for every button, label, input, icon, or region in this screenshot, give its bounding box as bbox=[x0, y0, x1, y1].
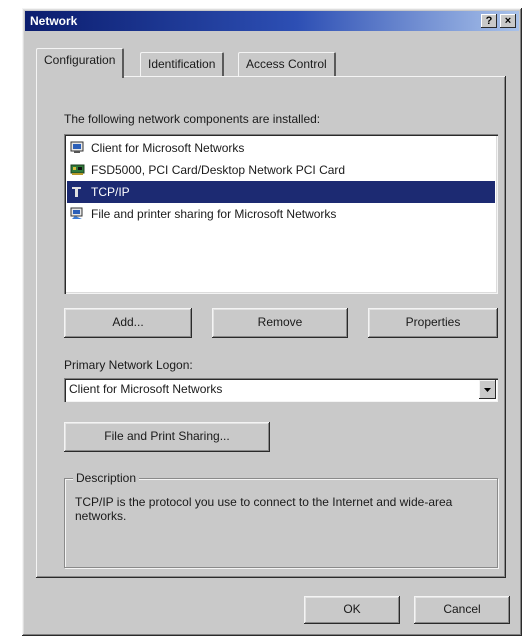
components-list[interactable]: Client for Microsoft Networks FSD5000, P… bbox=[64, 134, 498, 294]
primary-logon-select[interactable]: Client for Microsoft Networks bbox=[64, 378, 498, 402]
help-button[interactable]: ? bbox=[481, 14, 497, 28]
list-item-file-sharing[interactable]: File and printer sharing for Microsoft N… bbox=[67, 203, 495, 225]
title-bar[interactable]: Network ? × bbox=[25, 11, 519, 31]
add-button[interactable]: Add... bbox=[64, 308, 192, 338]
list-item-adapter[interactable]: FSD5000, PCI Card/Desktop Network PCI Ca… bbox=[67, 159, 495, 181]
remove-button[interactable]: Remove bbox=[212, 308, 348, 338]
window-title: Network bbox=[30, 14, 78, 28]
description-text: TCP/IP is the protocol you use to connec… bbox=[75, 495, 453, 523]
description-legend: Description bbox=[73, 471, 140, 485]
components-label: The following network components are ins… bbox=[64, 112, 321, 126]
configuration-panel: The following network components are ins… bbox=[36, 76, 506, 578]
close-icon: × bbox=[504, 15, 512, 27]
file-sharing-icon bbox=[70, 207, 83, 219]
file-print-sharing-button[interactable]: File and Print Sharing... bbox=[64, 422, 270, 452]
description-group: Description TCP/IP is the protocol you u… bbox=[64, 471, 498, 568]
protocol-icon bbox=[72, 187, 81, 197]
help-icon: ? bbox=[485, 15, 493, 27]
primary-logon-value: Client for Microsoft Networks bbox=[69, 382, 223, 396]
list-item-client[interactable]: Client for Microsoft Networks bbox=[67, 137, 495, 159]
close-button[interactable]: × bbox=[500, 14, 516, 28]
tab-identification[interactable]: Identification bbox=[140, 52, 225, 76]
dropdown-button[interactable] bbox=[479, 380, 496, 399]
tab-access-control[interactable]: Access Control bbox=[238, 52, 336, 76]
chevron-down-icon bbox=[484, 388, 491, 392]
network-adapter-icon bbox=[70, 164, 85, 175]
primary-logon-label: Primary Network Logon: bbox=[64, 358, 193, 372]
tab-configuration[interactable]: Configuration bbox=[36, 48, 125, 78]
network-client-icon bbox=[70, 141, 84, 153]
ok-button[interactable]: OK bbox=[304, 596, 400, 624]
cancel-button[interactable]: Cancel bbox=[414, 596, 510, 624]
network-dialog: Network ? × Configuration Identification… bbox=[22, 8, 522, 636]
list-item-tcpip[interactable]: TCP/IP bbox=[67, 181, 495, 203]
properties-button[interactable]: Properties bbox=[368, 308, 498, 338]
